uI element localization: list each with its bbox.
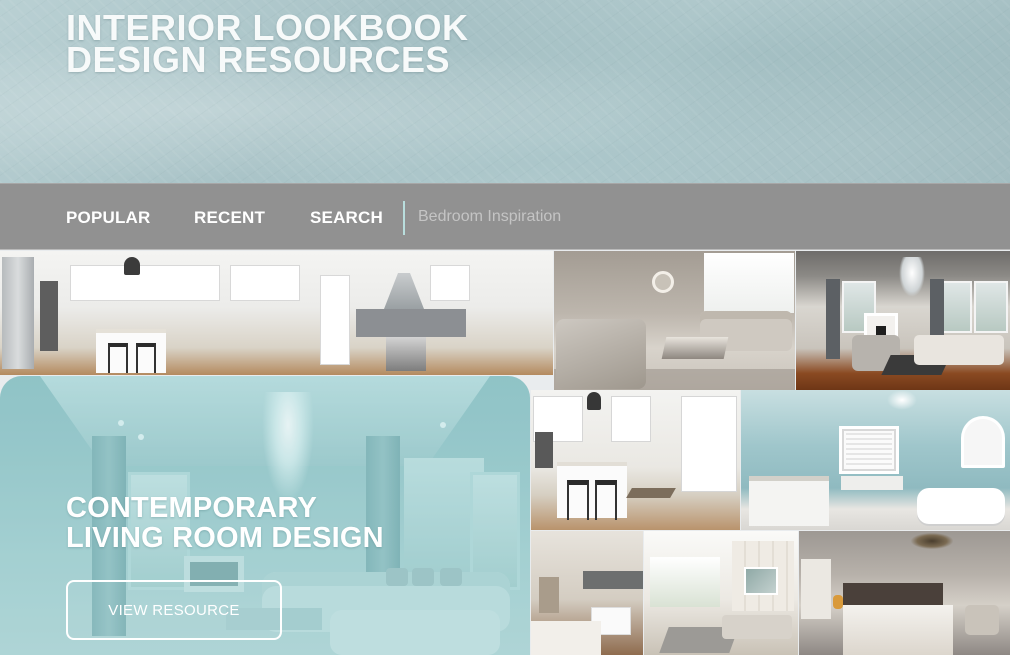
tile-detail xyxy=(539,577,559,613)
tile-detail xyxy=(974,281,1008,333)
site-title[interactable]: INTERIOR LOOKBOOK DESIGN RESOURCES xyxy=(66,10,469,80)
gallery-tile-kitchen-wide[interactable] xyxy=(0,251,553,375)
tile-detail xyxy=(744,567,778,595)
tile-detail xyxy=(595,480,617,520)
tile-detail xyxy=(2,257,34,369)
featured-title: CONTEMPORARY LIVING ROOM DESIGN xyxy=(66,493,384,553)
tile-detail xyxy=(430,265,470,301)
tile-detail xyxy=(652,271,674,293)
gallery-tile-bedroom-modern[interactable] xyxy=(531,531,643,655)
tile-detail xyxy=(626,488,676,498)
tile-detail xyxy=(384,273,424,309)
tile-detail xyxy=(108,343,128,373)
tile-detail xyxy=(556,319,646,389)
tile-detail xyxy=(914,335,1004,365)
tile-detail xyxy=(356,309,466,337)
tile-detail xyxy=(965,605,999,635)
tile-detail xyxy=(661,337,729,359)
nav-search-link[interactable]: SEARCH xyxy=(310,208,383,228)
tile-detail xyxy=(749,476,829,526)
featured-title-line1: CONTEMPORARY xyxy=(66,492,318,524)
gallery-tile-bathroom[interactable] xyxy=(741,390,1010,530)
tile-detail xyxy=(583,571,643,589)
tile-detail xyxy=(40,281,58,351)
tile-detail xyxy=(681,396,737,492)
tile-detail xyxy=(911,533,953,549)
tile-detail xyxy=(70,265,220,301)
nav-divider xyxy=(403,201,405,235)
tile-detail xyxy=(535,432,553,468)
tile-detail xyxy=(611,396,651,442)
nav-recent-link[interactable]: RECENT xyxy=(194,208,265,228)
gallery-tile-living-neutral[interactable] xyxy=(644,531,798,655)
tile-detail xyxy=(587,392,601,410)
search-input[interactable] xyxy=(412,202,672,232)
tile-detail xyxy=(887,390,917,410)
tile-detail xyxy=(722,615,792,639)
tile-detail xyxy=(833,595,843,609)
gallery-tile-bedroom-attic[interactable] xyxy=(799,531,1010,655)
site-title-line2: DESIGN RESOURCES xyxy=(66,39,451,80)
tile-detail xyxy=(899,257,925,297)
gallery-tile-living-grey[interactable] xyxy=(554,251,795,390)
tile-detail xyxy=(917,488,1005,524)
tile-detail xyxy=(961,416,1005,468)
tile-detail xyxy=(826,279,840,359)
tile-detail xyxy=(650,557,720,607)
featured-title-line2: LIVING ROOM DESIGN xyxy=(66,522,384,554)
tile-detail xyxy=(386,337,426,371)
gallery-tile-kitchen-small[interactable] xyxy=(531,390,740,530)
gallery-tile-living-fireplace[interactable] xyxy=(796,251,1010,390)
nav-popular-link[interactable]: POPULAR xyxy=(66,208,151,228)
main-nav: POPULAR RECENT SEARCH xyxy=(0,183,1010,250)
view-resource-button[interactable]: VIEW RESOURCE xyxy=(66,580,282,640)
tile-detail xyxy=(531,621,601,655)
tile-detail xyxy=(320,275,350,365)
site-header: INTERIOR LOOKBOOK DESIGN RESOURCES xyxy=(0,0,1010,183)
tile-detail xyxy=(136,343,156,373)
tile-detail xyxy=(230,265,300,301)
tile-detail xyxy=(801,559,831,619)
tile-detail xyxy=(567,480,589,520)
tile-detail xyxy=(124,257,140,275)
tile-detail xyxy=(843,605,953,655)
tile-detail xyxy=(839,426,899,474)
tile-detail xyxy=(841,476,903,490)
tile-detail xyxy=(704,253,794,313)
